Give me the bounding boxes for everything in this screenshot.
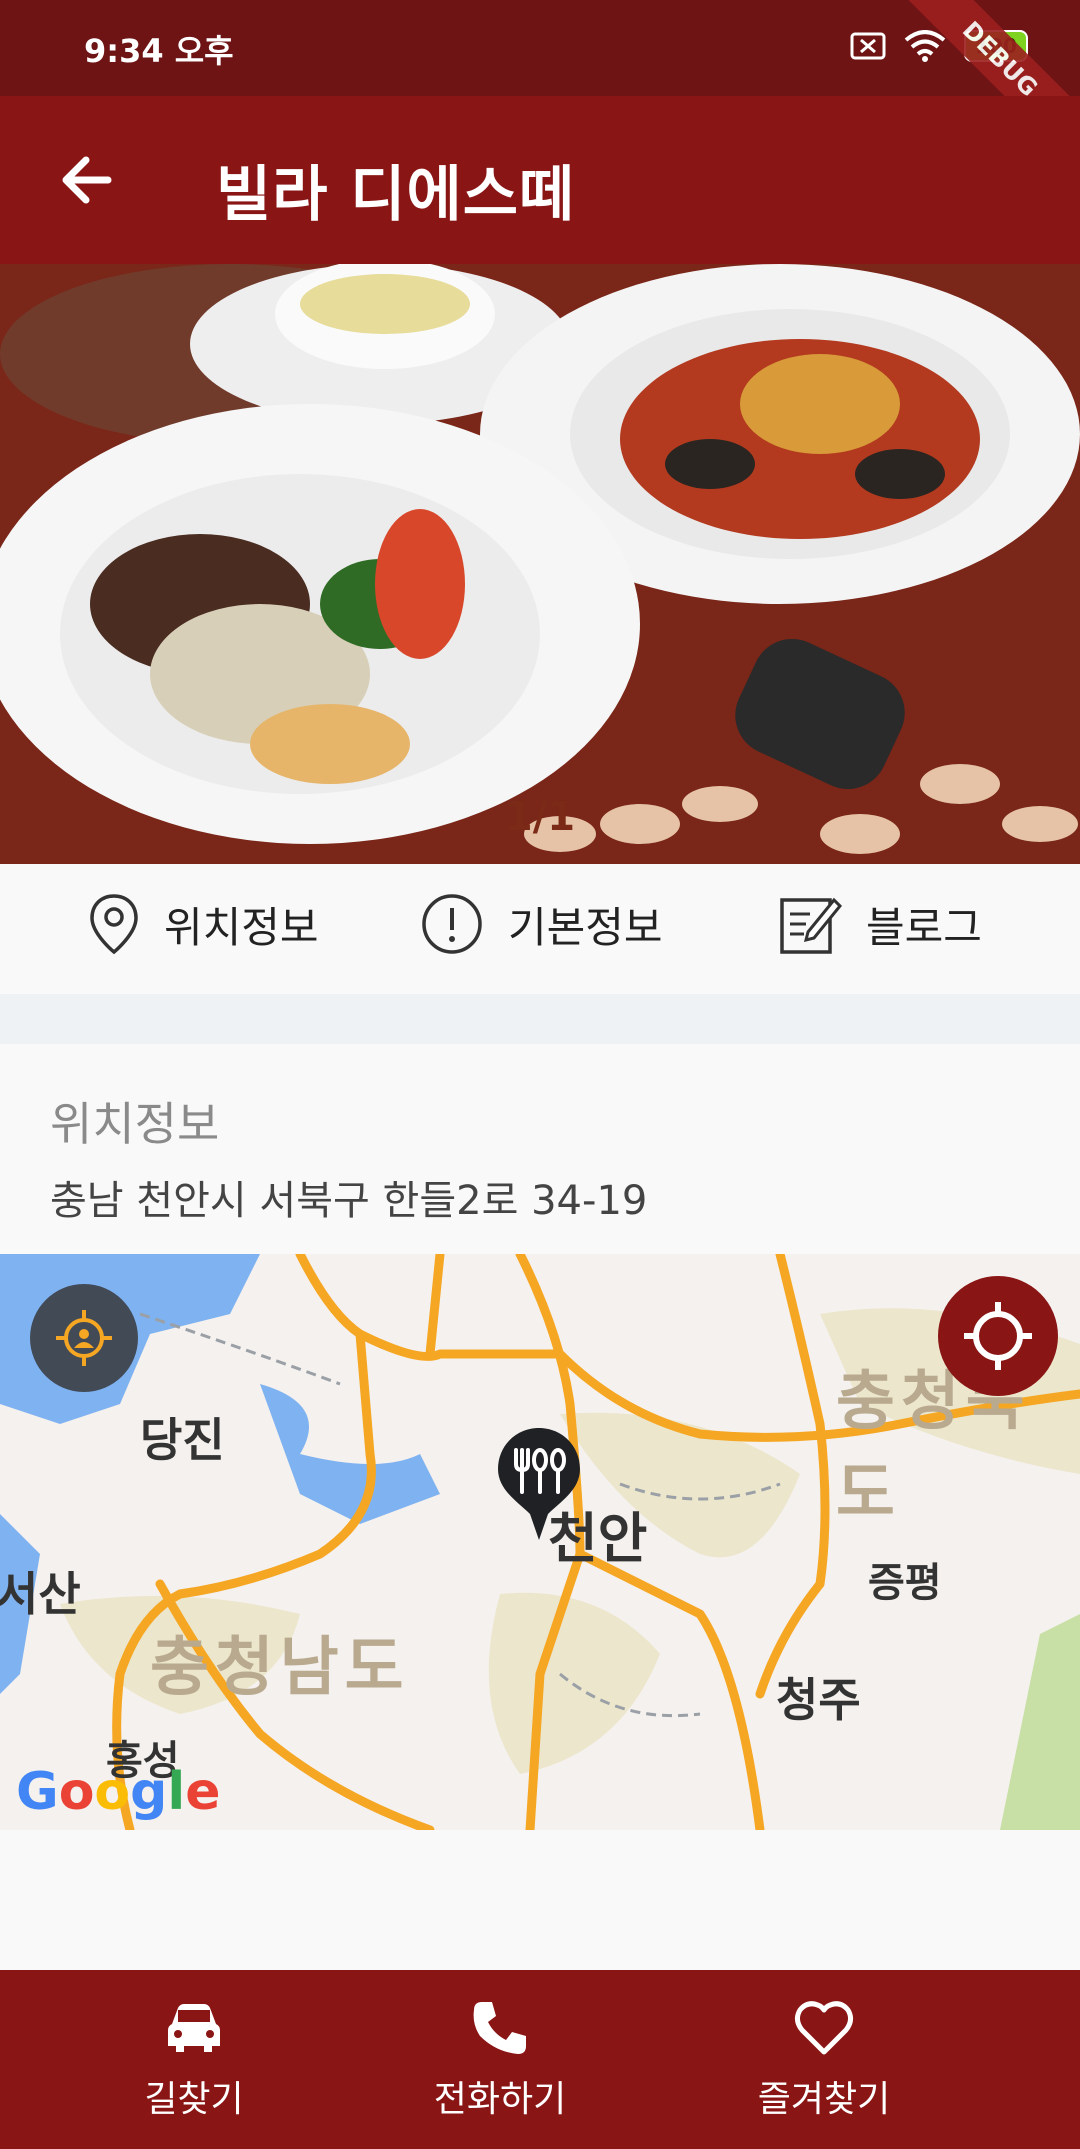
favorite-label: 즐겨찾기 <box>757 2079 891 2120</box>
tab-basic-info[interactable]: 기본정보 <box>420 892 663 956</box>
note-edit-icon <box>780 897 842 954</box>
status-time: 9:34 오후 <box>84 32 234 70</box>
phone-icon <box>473 2002 526 2054</box>
page-title: 빌라 디에스떼 <box>216 160 576 230</box>
tab-location-label: 위치정보 <box>164 902 319 952</box>
map-view[interactable]: 당진 서산 천안 증평 청주 홍성 충청남도 충청북도 Google <box>0 1254 1080 1830</box>
call-button[interactable]: 전화하기 <box>390 1996 610 2122</box>
section-divider <box>0 994 1080 1044</box>
call-label: 전화하기 <box>433 2079 567 2120</box>
google-attribution-logo: Google <box>16 1762 221 1822</box>
user-location-icon <box>56 1310 112 1366</box>
restaurant-marker-icon[interactable] <box>494 1424 584 1544</box>
map-label-dangjin: 당진 <box>140 1413 225 1467</box>
recenter-button[interactable] <box>938 1276 1058 1396</box>
wifi-icon <box>904 30 946 62</box>
favorite-button[interactable]: 즐겨찾기 <box>714 1996 934 2122</box>
map-label-seosan: 서산 <box>0 1567 81 1621</box>
crosshair-icon <box>964 1302 1032 1370</box>
tab-basic-info-label: 기본정보 <box>508 902 663 952</box>
section-title: 위치정보 <box>50 1097 220 1151</box>
status-bar: 9:34 오후 100 DEBUG <box>0 0 1080 182</box>
location-pin-icon <box>90 894 138 955</box>
info-tabs: 위치정보 기본정보 블로그 <box>0 864 1080 994</box>
address-text: 충남 천안시 서북구 한들2로 34-19 <box>50 1178 648 1224</box>
tab-blog[interactable]: 블로그 <box>778 892 982 956</box>
location-info-section: 위치정보 충남 천안시 서북구 한들2로 34-19 <box>0 1044 1080 1254</box>
restaurant-photo[interactable]: 1/1 <box>0 264 1080 864</box>
tab-blog-label: 블로그 <box>866 902 982 952</box>
map-label-cheongju: 청주 <box>776 1673 861 1727</box>
car-icon <box>168 2004 220 2052</box>
map-label-chungnam: 충청남도 <box>150 1631 410 1705</box>
back-button[interactable] <box>48 140 128 220</box>
photo-page-counter: 1/1 <box>504 794 576 840</box>
map-label-jeungpyeong: 증평 <box>868 1560 942 1606</box>
arrow-left-icon <box>62 156 112 204</box>
directions-label: 길찾기 <box>144 2079 244 2120</box>
app-bar: 빌라 디에스떼 <box>0 96 1080 264</box>
directions-button[interactable]: 길찾기 <box>84 1996 304 2122</box>
my-location-button[interactable] <box>30 1284 138 1392</box>
heart-icon <box>794 2001 854 2055</box>
tab-location[interactable]: 위치정보 <box>88 892 319 956</box>
bottom-action-bar: 길찾기 전화하기 즐겨찾기 <box>0 1970 1080 2149</box>
info-exclamation-icon <box>422 894 482 954</box>
food-photo-illustration <box>0 264 1080 864</box>
no-sim-icon <box>850 32 886 60</box>
